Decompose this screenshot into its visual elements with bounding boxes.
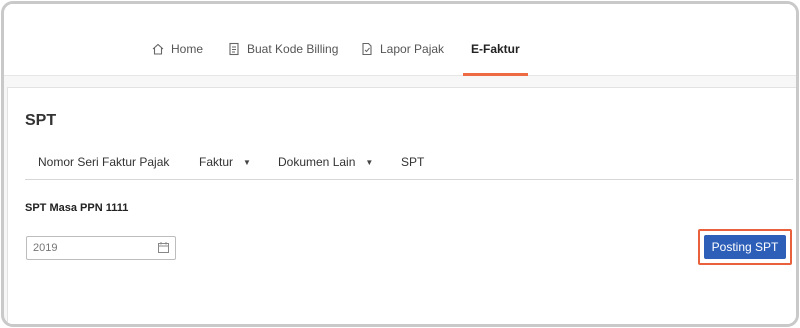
subnav-item-dokumen-lain[interactable]: Dokumen Lain ▼ xyxy=(278,155,373,169)
nav-label-lapor: Lapor Pajak xyxy=(380,42,445,56)
document-icon xyxy=(229,42,239,56)
app-frame: Home Buat Kode Billing Lapor Pajak E-Fak… xyxy=(1,1,799,327)
subnav-item-nomor-seri[interactable]: Nomor Seri Faktur Pajak xyxy=(38,155,169,169)
report-icon xyxy=(362,42,372,56)
section-title: SPT Masa PPN 1111 xyxy=(25,202,129,214)
subnav-label: Faktur xyxy=(199,155,234,169)
calendar-icon[interactable] xyxy=(158,242,169,253)
top-navigation: Home Buat Kode Billing Lapor Pajak E-Fak… xyxy=(4,4,796,76)
nav-label-e-faktur: E-Faktur xyxy=(471,42,520,56)
nav-item-home[interactable]: Home xyxy=(151,42,203,76)
subnav-item-faktur[interactable]: Faktur ▼ xyxy=(199,155,251,169)
nav-item-billing[interactable]: Buat Kode Billing xyxy=(227,42,338,76)
year-picker[interactable] xyxy=(26,236,176,260)
nav-label-home: Home xyxy=(171,42,204,56)
content-card: SPT Nomor Seri Faktur Pajak Faktur ▼ Dok… xyxy=(7,87,796,324)
subnav-label: Nomor Seri Faktur Pajak xyxy=(38,155,170,169)
subnav-label: SPT xyxy=(401,155,425,169)
sub-navigation: Nomor Seri Faktur Pajak Faktur ▼ Dokumen… xyxy=(25,146,793,180)
page-title: SPT xyxy=(25,112,57,129)
caret-down-icon: ▼ xyxy=(243,157,251,167)
caret-down-icon: ▼ xyxy=(365,157,374,167)
subnav-item-spt[interactable]: SPT xyxy=(401,155,424,169)
subnav-label: Dokumen Lain xyxy=(278,155,356,169)
posting-spt-button[interactable]: Posting SPT xyxy=(704,235,786,259)
nav-label-billing: Buat Kode Billing xyxy=(247,42,339,56)
posting-highlight: Posting SPT xyxy=(698,229,792,265)
year-input[interactable] xyxy=(33,242,143,254)
home-icon xyxy=(152,43,164,55)
nav-item-e-faktur[interactable]: E-Faktur xyxy=(463,42,528,76)
nav-item-lapor-pajak[interactable]: Lapor Pajak xyxy=(360,42,444,76)
